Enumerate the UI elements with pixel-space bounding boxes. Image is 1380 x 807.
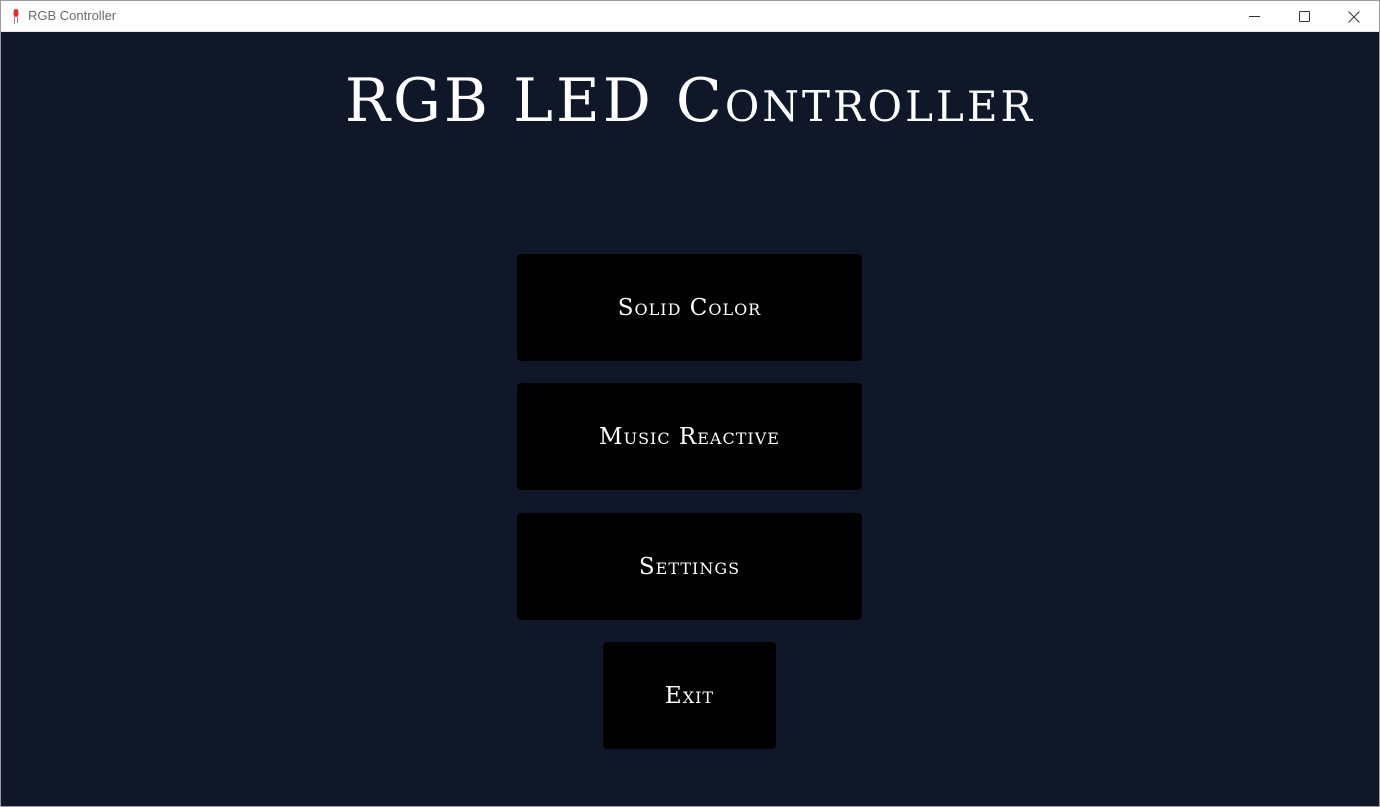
led-icon xyxy=(12,9,20,24)
music-reactive-button[interactable]: Music Reactive xyxy=(517,383,862,490)
main-content: RGB LED Controller Solid Color Music Rea… xyxy=(1,32,1379,806)
title-bar[interactable]: RGB Controller xyxy=(1,1,1379,32)
window-title: RGB Controller xyxy=(28,8,117,23)
app-window: RGB Controller RGB LED Controller Solid … xyxy=(0,0,1380,807)
solid-color-button[interactable]: Solid Color xyxy=(517,254,862,361)
minimize-button[interactable] xyxy=(1229,1,1279,32)
solid-color-button-label: Solid Color xyxy=(617,294,762,321)
close-button[interactable] xyxy=(1329,1,1379,32)
settings-button[interactable]: Settings xyxy=(517,513,862,620)
exit-button-label: Exit xyxy=(664,682,715,709)
exit-button[interactable]: Exit xyxy=(603,642,776,749)
minimize-icon xyxy=(1248,11,1260,22)
maximize-button[interactable] xyxy=(1279,1,1329,32)
page-title: RGB LED Controller xyxy=(344,66,1036,136)
settings-button-label: Settings xyxy=(638,553,741,580)
music-reactive-button-label: Music Reactive xyxy=(599,423,780,450)
maximize-icon xyxy=(1298,11,1310,22)
close-icon xyxy=(1348,10,1360,23)
